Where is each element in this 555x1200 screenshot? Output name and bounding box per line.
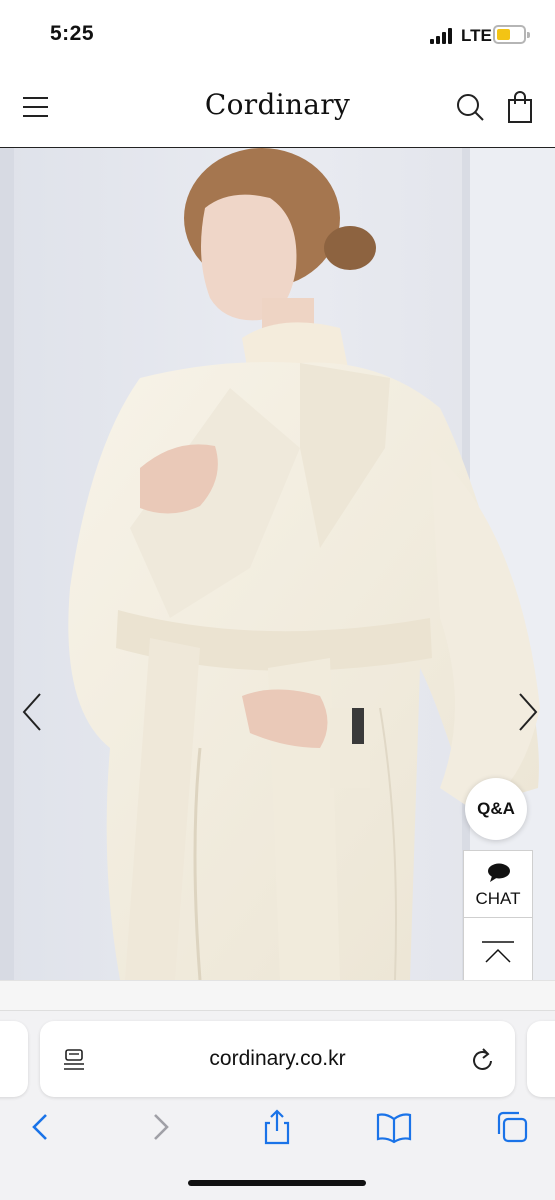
chat-button[interactable]: CHAT [464, 851, 532, 918]
site-header: Cordinary [0, 72, 555, 148]
previous-tab-peek[interactable] [0, 1021, 28, 1097]
next-tab-peek[interactable] [527, 1021, 555, 1097]
address-bar[interactable]: cordinary.co.kr [40, 1021, 515, 1097]
chevron-left-icon[interactable] [18, 690, 48, 734]
reload-icon[interactable] [470, 1047, 496, 1073]
battery-icon [493, 25, 530, 44]
signal-icon [430, 28, 456, 44]
scroll-top-icon [482, 941, 514, 963]
search-icon[interactable] [455, 92, 485, 122]
home-indicator [188, 1180, 366, 1186]
floating-widget-panel: CHAT [463, 850, 533, 986]
network-type: LTE [461, 26, 492, 45]
status-bar: 5:25 LTE [0, 0, 555, 72]
bookmarks-icon[interactable] [376, 1109, 412, 1145]
status-time: 5:25 [50, 22, 95, 45]
chat-bubble-icon [488, 863, 510, 882]
url-text[interactable]: cordinary.co.kr [100, 1047, 455, 1071]
forward-icon[interactable] [143, 1109, 179, 1145]
share-icon[interactable] [259, 1109, 295, 1145]
back-icon[interactable] [24, 1109, 60, 1145]
chat-label: CHAT [475, 889, 521, 908]
chevron-right-icon[interactable] [512, 690, 542, 734]
tabs-icon[interactable] [494, 1109, 530, 1145]
reader-icon[interactable] [63, 1049, 87, 1071]
content-divider [0, 980, 555, 1010]
browser-bottom-bar: cordinary.co.kr [0, 1010, 555, 1200]
qa-button[interactable]: Q&A [465, 778, 527, 840]
browser-toolbar [0, 1101, 555, 1161]
bag-icon[interactable] [507, 90, 533, 124]
scroll-top-button[interactable] [464, 918, 532, 986]
